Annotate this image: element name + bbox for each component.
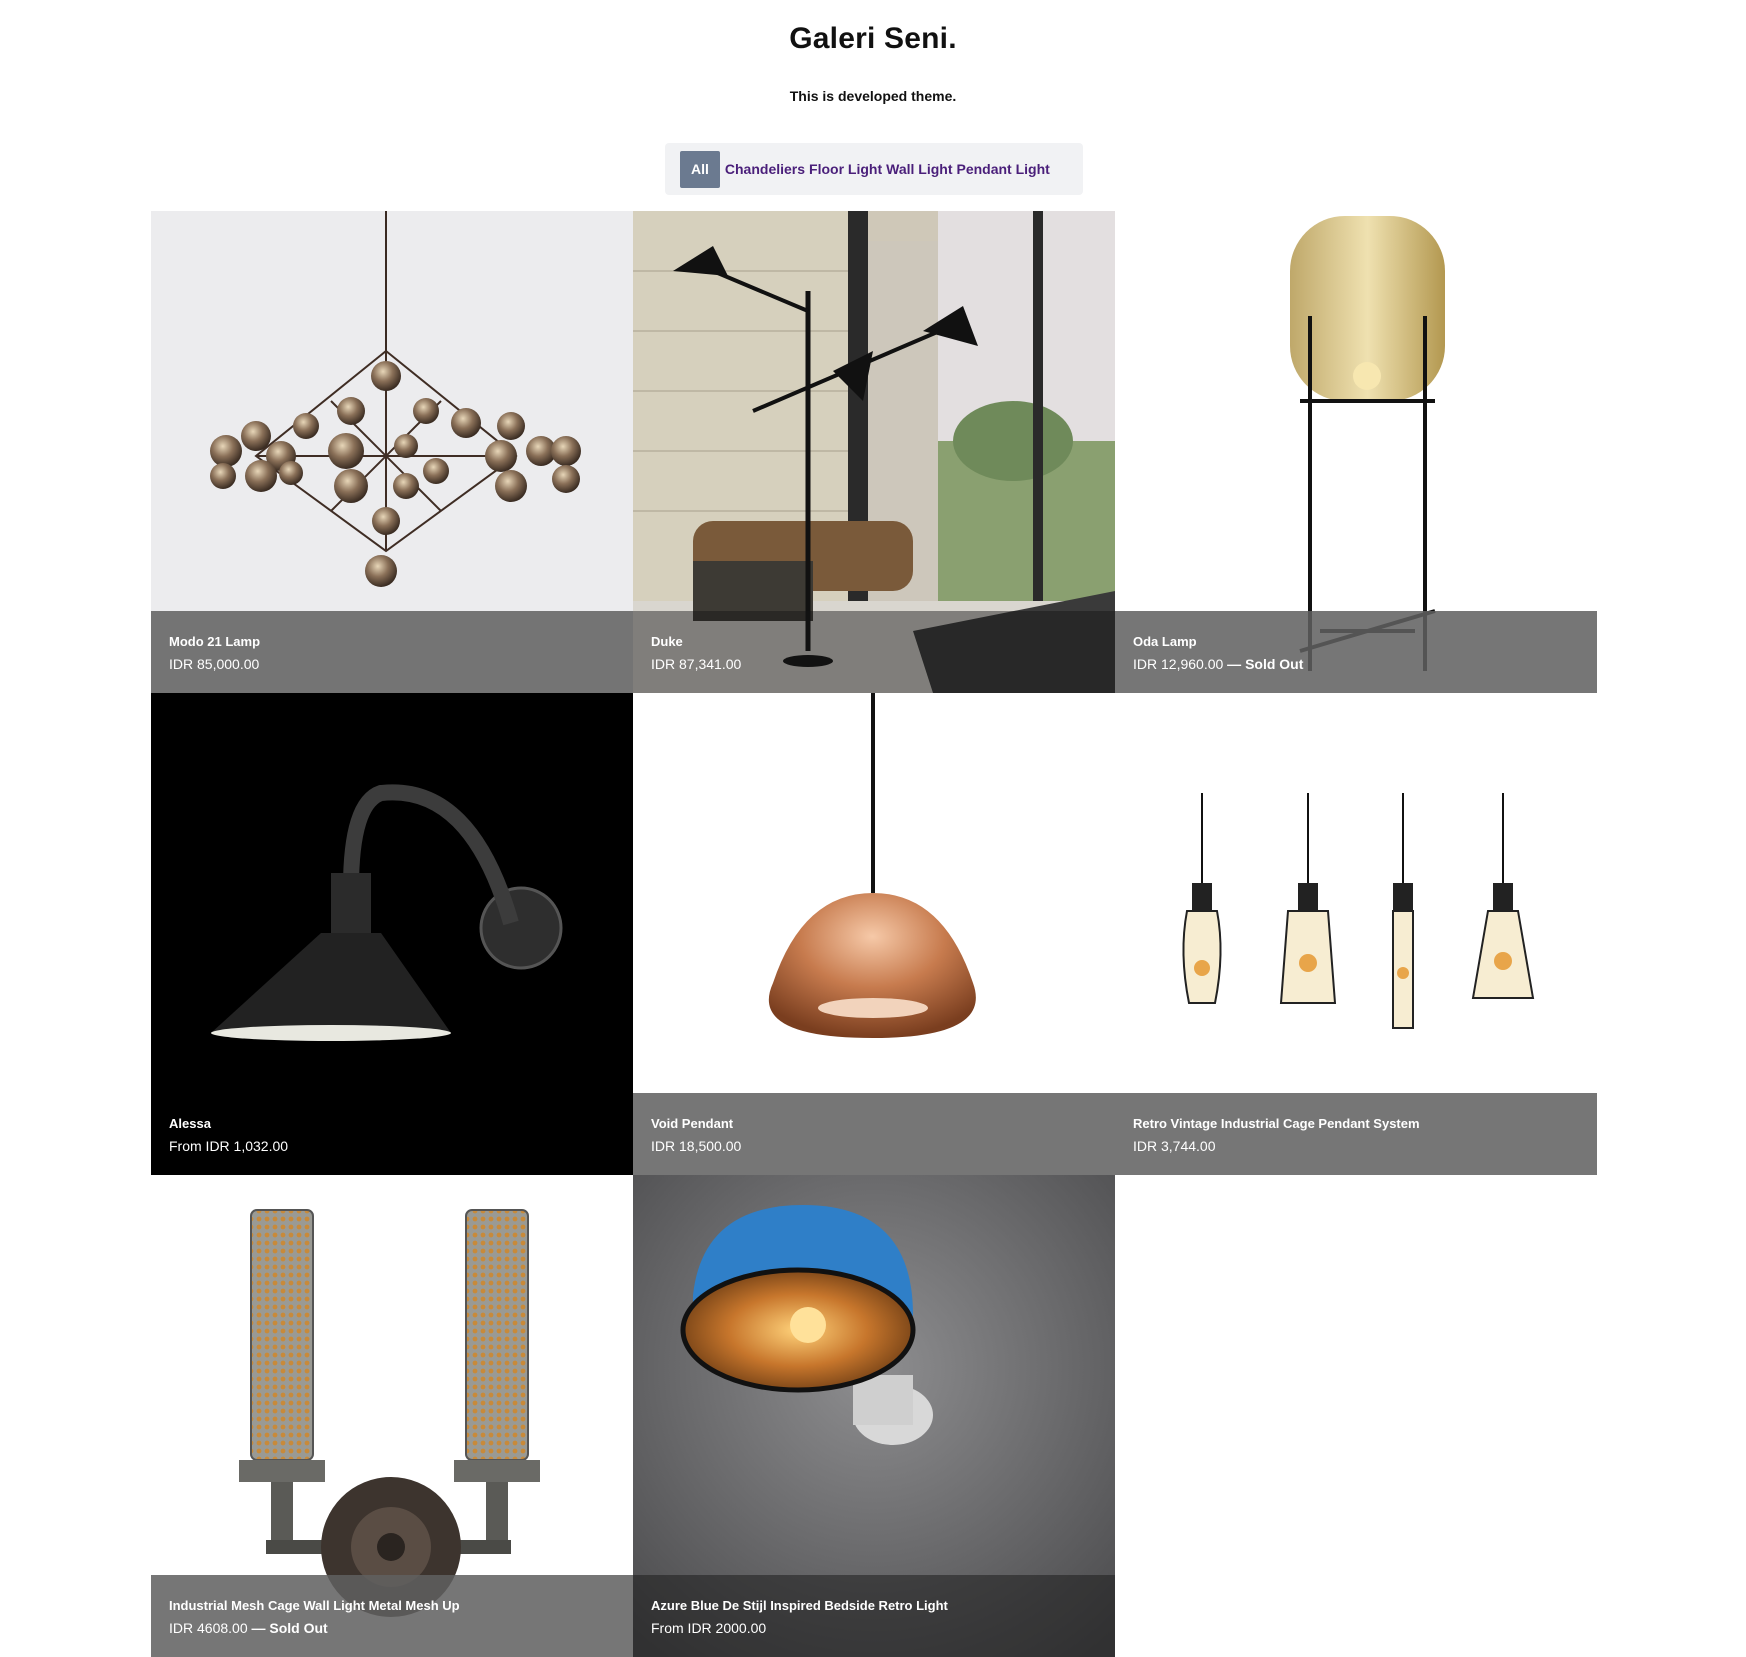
product-caption: Void Pendant IDR 18,500.00 — [633, 1093, 1115, 1175]
filter-chandeliers-link[interactable]: Chandeliers — [725, 161, 805, 177]
product-price: From IDR 2000.00 — [651, 1619, 1097, 1637]
filter-wall-light-link[interactable]: Wall Light — [886, 161, 952, 177]
product-caption: Retro Vintage Industrial Cage Pendant Sy… — [1115, 1093, 1597, 1175]
sold-out-label: — Sold Out — [247, 1620, 328, 1636]
price-value: From IDR 2000.00 — [651, 1620, 767, 1636]
product-caption: Industrial Mesh Cage Wall Light Metal Me… — [151, 1575, 633, 1657]
product-caption: Oda Lamp IDR 12,960.00 — Sold Out — [1115, 611, 1597, 693]
product-card[interactable]: Duke IDR 87,341.00 — [633, 211, 1115, 693]
product-name[interactable]: Alessa — [169, 1115, 615, 1133]
product-card[interactable]: Modo 21 Lamp IDR 85,000.00 — [151, 211, 633, 693]
product-price: IDR 18,500.00 — [651, 1137, 1097, 1155]
filter-all-button[interactable]: All — [680, 150, 720, 188]
product-caption: Azure Blue De Stijl Inspired Bedside Ret… — [633, 1575, 1115, 1657]
sold-out-label: — Sold Out — [1223, 656, 1304, 672]
product-card[interactable]: Retro Vintage Industrial Cage Pendant Sy… — [1115, 693, 1597, 1175]
product-card[interactable]: Oda Lamp IDR 12,960.00 — Sold Out — [1115, 211, 1597, 693]
category-filter-bar: All Chandeliers Floor Light Wall Light P… — [665, 143, 1083, 195]
product-card[interactable]: Void Pendant IDR 18,500.00 — [633, 693, 1115, 1175]
product-price: IDR 87,341.00 — [651, 655, 1097, 673]
product-name[interactable]: Industrial Mesh Cage Wall Light Metal Me… — [169, 1597, 615, 1615]
product-name[interactable]: Void Pendant — [651, 1115, 1097, 1133]
product-price: IDR 85,000.00 — [169, 655, 615, 673]
product-caption: Duke IDR 87,341.00 — [633, 611, 1115, 693]
product-name[interactable]: Azure Blue De Stijl Inspired Bedside Ret… — [651, 1597, 1097, 1615]
price-value: IDR 4608.00 — [169, 1620, 248, 1636]
product-name[interactable]: Modo 21 Lamp — [169, 633, 615, 651]
price-value: IDR 85,000.00 — [169, 656, 260, 672]
product-caption: Modo 21 Lamp IDR 85,000.00 — [151, 611, 633, 693]
price-value: From IDR 1,032.00 — [169, 1138, 289, 1154]
price-value: IDR 3,744.00 — [1133, 1138, 1216, 1154]
product-card[interactable]: Alessa From IDR 1,032.00 — [151, 693, 633, 1175]
product-price: IDR 4608.00 — Sold Out — [169, 1619, 615, 1637]
product-name[interactable]: Oda Lamp — [1133, 633, 1579, 651]
product-card[interactable]: Azure Blue De Stijl Inspired Bedside Ret… — [633, 1175, 1115, 1657]
product-price: From IDR 1,032.00 — [169, 1137, 615, 1155]
product-caption: Alessa From IDR 1,032.00 — [151, 1093, 633, 1175]
filter-pendant-light-link[interactable]: Pendant Light — [956, 161, 1049, 177]
product-card[interactable]: Industrial Mesh Cage Wall Light Metal Me… — [151, 1175, 633, 1657]
site-title[interactable]: Galeri Seni. — [0, 22, 1746, 56]
product-price: IDR 3,744.00 — [1133, 1137, 1579, 1155]
price-value: IDR 87,341.00 — [651, 656, 742, 672]
product-name[interactable]: Retro Vintage Industrial Cage Pendant Sy… — [1133, 1115, 1579, 1133]
filter-floor-light-link[interactable]: Floor Light — [809, 161, 882, 177]
product-grid: Modo 21 Lamp IDR 85,000.00 Duke IDR 87,3… — [151, 211, 1597, 1657]
site-tagline: This is developed theme. — [789, 88, 957, 104]
price-value: IDR 18,500.00 — [651, 1138, 742, 1154]
price-value: IDR 12,960.00 — [1133, 656, 1224, 672]
product-name[interactable]: Duke — [651, 633, 1097, 651]
product-price: IDR 12,960.00 — Sold Out — [1133, 655, 1579, 673]
